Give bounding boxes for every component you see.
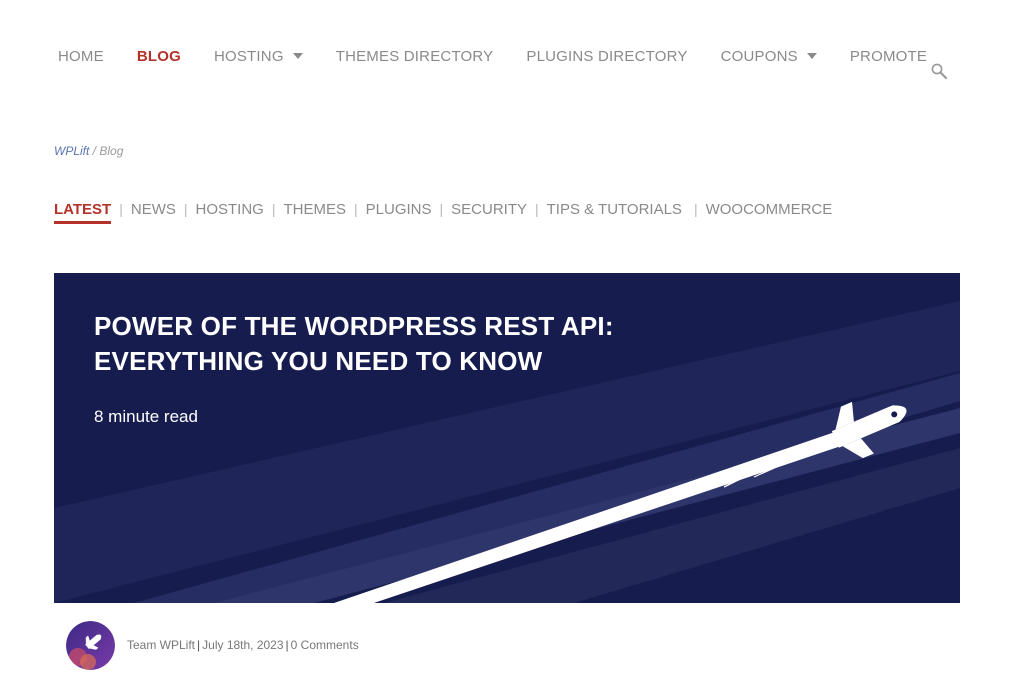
- chevron-down-icon: [806, 53, 817, 59]
- nav-item-hosting[interactable]: HOSTING: [214, 48, 303, 65]
- post-title-line: EVERYTHING YOU NEED TO KNOW: [94, 346, 543, 376]
- nav-item-plugins-directory[interactable]: PLUGINS DIRECTORY: [526, 48, 687, 65]
- search-button[interactable]: [930, 62, 950, 82]
- tab-news[interactable]: NEWS: [131, 201, 176, 218]
- nav-item-label: BLOG: [136, 47, 181, 65]
- nav-item-blog[interactable]: BLOG: [137, 48, 181, 65]
- tab-themes[interactable]: THEMES: [283, 201, 346, 218]
- nav-item-home[interactable]: HOME: [58, 48, 104, 65]
- tab-separator: |: [183, 201, 188, 217]
- tab-plugins[interactable]: PLUGINS: [366, 201, 432, 218]
- tab-woocommerce[interactable]: WOOCOMMERCE: [706, 201, 833, 218]
- author-link[interactable]: Team WPLift: [127, 638, 195, 652]
- tab-hosting[interactable]: HOSTING: [196, 201, 264, 218]
- nav-item-label: PLUGINS DIRECTORY: [526, 47, 688, 65]
- nav-item-label: COUPONS: [720, 47, 798, 65]
- breadcrumb: WPLift / Blog: [54, 144, 123, 158]
- tab-separator: |: [271, 201, 276, 217]
- read-time: 8 minute read: [94, 407, 198, 426]
- breadcrumb-home-link[interactable]: WPLift: [54, 144, 89, 158]
- meta-separator: |: [285, 638, 289, 652]
- tab-separator: |: [534, 201, 539, 217]
- comments-link[interactable]: 0 Comments: [291, 638, 359, 652]
- category-tabs: LATEST | NEWS | HOSTING | THEMES | PLUGI…: [54, 198, 833, 224]
- nav-item-themes-directory[interactable]: THEMES DIRECTORY: [336, 48, 494, 65]
- tab-latest[interactable]: LATEST: [54, 201, 112, 224]
- main-nav: HOME BLOG HOSTING THEMES DIRECTORY PLUGI…: [58, 44, 927, 68]
- nav-item-label: HOME: [58, 47, 104, 65]
- tab-separator: |: [119, 201, 123, 217]
- post-meta-text: Team WPLift | July 18th, 2023 | 0 Comments: [127, 638, 359, 652]
- meta-separator: |: [197, 638, 201, 652]
- tab-separator: |: [439, 201, 444, 217]
- tab-tips-tutorials[interactable]: TIPS & TUTORIALS: [547, 201, 682, 218]
- nav-item-label: PROMOTE: [849, 47, 928, 65]
- tab-separator: |: [354, 201, 358, 217]
- breadcrumb-current: Blog: [99, 144, 124, 158]
- post-date: July 18th, 2023: [202, 638, 284, 652]
- featured-post-hero[interactable]: POWER OF THE WORDPRESS REST API: EVERYTH…: [54, 273, 960, 603]
- rocket-avatar-icon: [66, 620, 115, 670]
- nav-item-label: HOSTING: [213, 47, 284, 65]
- nav-item-label: THEMES DIRECTORY: [335, 47, 494, 65]
- nav-item-coupons[interactable]: COUPONS: [721, 48, 817, 65]
- tab-separator: |: [693, 201, 698, 217]
- breadcrumb-separator: /: [89, 144, 100, 158]
- post-title[interactable]: POWER OF THE WORDPRESS REST API: EVERYTH…: [94, 309, 714, 379]
- post-meta: Team WPLift | July 18th, 2023 | 0 Comments: [66, 620, 359, 670]
- post-title-line: POWER OF THE WORDPRESS REST API:: [94, 311, 614, 341]
- tab-security[interactable]: SECURITY: [451, 201, 527, 218]
- chevron-down-icon: [292, 53, 303, 59]
- nav-item-promote[interactable]: PROMOTE: [850, 48, 927, 65]
- avatar[interactable]: [66, 620, 115, 670]
- search-icon: [931, 63, 948, 80]
